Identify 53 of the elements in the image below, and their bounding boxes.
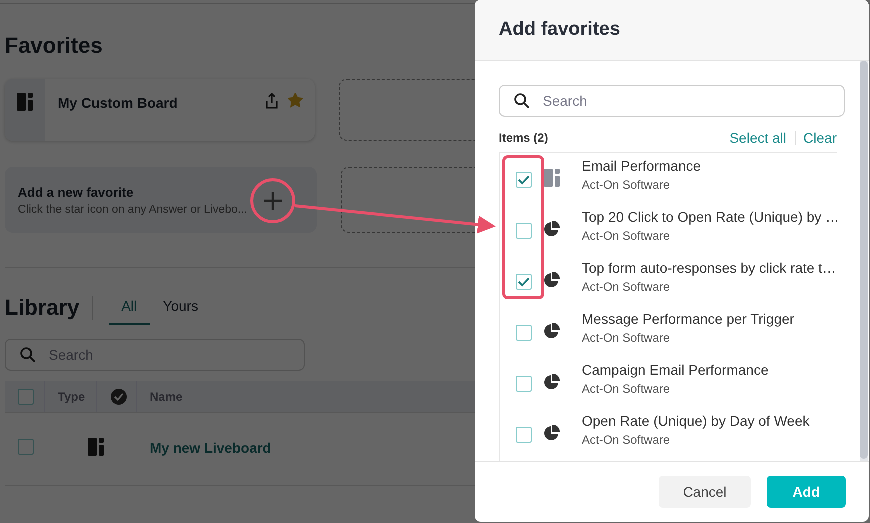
pie-chart-icon [544, 322, 560, 338]
plus-icon[interactable] [262, 190, 284, 212]
item-owner: Act-On Software [582, 382, 672, 396]
board-icon [17, 93, 33, 111]
item-owner: Act-On Software [582, 330, 672, 344]
board-icon [88, 438, 104, 456]
dialog-title: Add favorites [499, 18, 620, 41]
search-field[interactable]: Search [499, 84, 845, 116]
section-title: Library [5, 294, 80, 320]
select-all-link[interactable]: Select all [730, 130, 787, 146]
list-item[interactable]: Open Rate (Unique) by Day of Week Act-On Software [500, 412, 837, 460]
list-item[interactable]: Email Performance Act-On Software [500, 158, 837, 208]
checkbox[interactable] [516, 324, 532, 340]
check-icon [518, 174, 530, 184]
check-icon [518, 276, 530, 286]
item-owner: Act-On Software [582, 280, 672, 294]
item-title: Top form auto-responses by click rate t… [582, 260, 836, 276]
item-owner: Act-On Software [582, 228, 672, 242]
item-title: Open Rate (Unique) by Day of Week [582, 412, 810, 428]
item-title: Email Performance [582, 158, 702, 174]
list-item[interactable]: Message Performance per Trigger Act-On Software [500, 310, 837, 362]
cancel-button[interactable]: Cancel [659, 476, 751, 508]
item-title: Campaign Email Performance [582, 362, 769, 378]
checkbox[interactable] [18, 438, 34, 454]
verified-badge-icon [110, 388, 128, 406]
card-title: My Custom Board [58, 95, 179, 113]
item-owner: Act-On Software [582, 432, 672, 446]
clear-link[interactable]: Clear [804, 130, 837, 146]
checkbox[interactable] [516, 426, 532, 442]
search-icon [514, 92, 530, 108]
checkbox[interactable] [516, 172, 532, 188]
pie-chart-icon [544, 272, 560, 288]
item-count: Items (2) [499, 130, 548, 144]
share-icon[interactable] [266, 93, 278, 109]
checkbox[interactable] [516, 376, 532, 392]
pie-chart-icon [544, 374, 560, 390]
checkbox[interactable] [18, 388, 34, 404]
pie-chart-icon [544, 220, 560, 236]
list-item[interactable]: Campaign Email Performance Act-On Software [500, 362, 837, 412]
list-item[interactable]: Top form auto-responses by click rate t… Act-On Software [500, 260, 837, 310]
card-description: Click the star icon on any Answer or Livebo... [18, 204, 248, 216]
star-icon[interactable] [288, 93, 303, 108]
board-icon [544, 168, 560, 186]
checkbox[interactable] [516, 222, 532, 238]
card-title: Add a new favorite [18, 184, 135, 200]
highlight-circle [250, 178, 296, 224]
item-title: Message Performance per Trigger [582, 310, 794, 326]
item-owner: Act-On Software [582, 178, 672, 192]
search-icon [20, 347, 36, 363]
checkbox[interactable] [516, 274, 532, 290]
section-title: Favorites [5, 33, 104, 59]
pie-chart-icon [544, 424, 560, 440]
scrollbar[interactable] [860, 60, 868, 460]
